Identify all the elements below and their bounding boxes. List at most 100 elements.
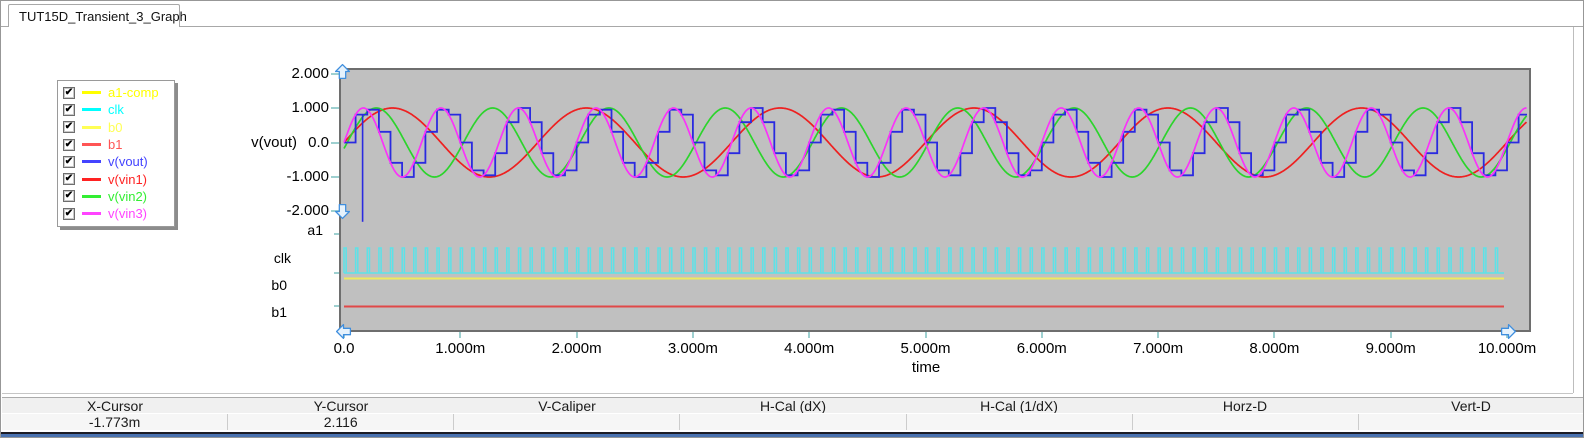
y-tick-label: -2.000 — [286, 202, 329, 219]
x-tick-label: 5.000m — [900, 340, 951, 357]
x-tick-label: 2.000m — [551, 340, 602, 357]
trace-color-swatch — [82, 212, 101, 216]
axis-tick — [334, 305, 339, 307]
cursor-value-hcal-1dx — [905, 414, 1132, 430]
axis-tick — [459, 332, 462, 338]
trace-color-swatch — [82, 125, 101, 129]
legend-item-label: a1-comp — [108, 85, 159, 101]
trace-color-swatch — [82, 91, 101, 95]
x-axis-right-arrow-icon[interactable] — [1500, 323, 1517, 340]
legend-item-label: v(vout) — [108, 154, 148, 170]
axis-tick — [808, 332, 811, 338]
cursor-value-x-cursor: -1.773m — [88, 414, 141, 430]
trace-color-swatch — [82, 143, 101, 147]
x-tick-label: 0.0 — [333, 340, 355, 357]
y-axis-bottom-arrow-icon[interactable] — [334, 203, 351, 220]
trace-color-swatch — [82, 108, 101, 112]
legend-item-b1[interactable]: ✔ b1 — [58, 136, 174, 153]
checkbox-checked-icon[interactable]: ✔ — [63, 86, 75, 99]
checkbox-checked-icon[interactable]: ✔ — [63, 138, 75, 151]
waveform-traces — [343, 107, 1528, 308]
legend-item-vin2[interactable]: ✔ v(vin2) — [58, 188, 174, 205]
x-tick-label: 6.000m — [1016, 340, 1067, 357]
x-tick-label: 7.000m — [1133, 340, 1184, 357]
trace-color-swatch — [82, 160, 101, 164]
tab-title: TUT15D_Transient_3_Graph — [19, 8, 187, 24]
legend-item-label: v(vin3) — [108, 206, 148, 222]
cursor-header-hcal-1dx: H-Cal (1/dX) — [980, 398, 1058, 413]
cursor-value-vert-d — [1357, 414, 1583, 430]
checkbox-checked-icon[interactable]: ✔ — [63, 190, 75, 203]
y-tick-label: 1.000 — [291, 99, 329, 116]
axis-tick — [331, 176, 339, 178]
axis-tick — [691, 332, 694, 338]
axis-tick — [334, 272, 339, 274]
axis-tick — [924, 332, 927, 338]
waveform-viewer-window: TUT15D_Transient_3_Graph ✔ a1-comp ✔ clk… — [0, 0, 1584, 438]
legend-item-b0[interactable]: ✔ b0 — [58, 119, 174, 136]
cursor-header-horz-d: Horz-D — [1222, 398, 1268, 413]
cursor-readout-bar: X-Cursor Y-Cursor V-Caliper H-Cal (dX) H… — [2, 397, 1583, 430]
cursor-value-horz-d — [1131, 414, 1358, 430]
legend-box: ✔ a1-comp ✔ clk ✔ b0 ✔ b1 ✔ v(vout) ✔ v(… — [57, 80, 175, 228]
x-tick-label: 3.000m — [667, 340, 718, 357]
digital-row-label-clk: clk — [273, 250, 291, 266]
checkbox-checked-icon[interactable]: ✔ — [63, 207, 75, 220]
x-tick-label: 10.000m — [1477, 340, 1537, 357]
trace-color-swatch — [82, 194, 101, 198]
cursor-value-hcal-dx — [679, 414, 905, 430]
tabstrip-line — [1, 26, 8, 27]
x-tick-label: 9.000m — [1365, 340, 1416, 357]
legend-item-label: b1 — [108, 137, 123, 153]
axis-tick — [575, 332, 578, 338]
panel-border — [2, 393, 1573, 394]
y-axis-top-arrow-icon[interactable] — [334, 63, 351, 80]
legend-item-label: clk — [108, 102, 124, 118]
legend-item-label: b0 — [108, 119, 123, 135]
legend-item-vout[interactable]: ✔ v(vout) — [58, 153, 174, 170]
x-axis-left-arrow-icon[interactable] — [335, 323, 352, 340]
legend-item-vin1[interactable]: ✔ v(vin1) — [58, 170, 174, 187]
tabstrip-line — [180, 26, 1583, 27]
digital-row-label-a1: a1 — [307, 222, 323, 238]
cursor-header-v-caliper: V-Caliper — [538, 398, 596, 413]
legend-item-label: v(vin1) — [108, 171, 148, 187]
cursor-value-row: -1.773m 2.116 — [2, 414, 1583, 430]
checkbox-checked-icon[interactable]: ✔ — [63, 121, 75, 134]
cursor-header-hcal-dx: H-Cal (dX) — [759, 398, 827, 413]
axis-tick — [1389, 332, 1392, 338]
x-axis-label: time — [911, 359, 941, 376]
x-tick-label: 1.000m — [435, 340, 486, 357]
plot-area[interactable] — [339, 68, 1531, 332]
axis-tick — [1157, 332, 1160, 338]
checkbox-checked-icon[interactable]: ✔ — [63, 155, 75, 168]
legend-item-label: v(vin2) — [108, 188, 148, 204]
x-tick-label: 8.000m — [1249, 340, 1300, 357]
checkbox-checked-icon[interactable]: ✔ — [63, 173, 75, 186]
digital-row-label-b0: b0 — [271, 277, 287, 293]
cursor-value-v-caliper — [453, 414, 679, 430]
y-tick-label: 0.0 — [308, 134, 329, 151]
window-bottom-accent — [1, 434, 1583, 437]
cursor-header-x-cursor: X-Cursor — [86, 398, 143, 413]
axis-tick — [334, 233, 339, 235]
x-tick-label: 4.000m — [784, 340, 835, 357]
axis-tick — [331, 141, 339, 144]
axis-tick — [1273, 332, 1276, 338]
tab-graph[interactable]: TUT15D_Transient_3_Graph — [8, 4, 187, 27]
y-tick-label: -1.000 — [286, 168, 329, 185]
cursor-header-vert-d: Vert-D — [1451, 398, 1491, 413]
checkbox-checked-icon[interactable]: ✔ — [63, 103, 75, 116]
cursor-value-y-cursor: 2.116 — [227, 414, 453, 430]
axis-tick — [331, 107, 339, 109]
legend-item-vin3[interactable]: ✔ v(vin3) — [58, 205, 174, 222]
cursor-header-row: X-Cursor Y-Cursor V-Caliper H-Cal (dX) H… — [2, 397, 1583, 414]
panel-border — [1573, 27, 1574, 393]
legend-item-clk[interactable]: ✔ clk — [58, 101, 174, 118]
trace-color-swatch — [82, 177, 101, 181]
axis-tick — [1040, 332, 1043, 338]
y-tick-label: 2.000 — [291, 65, 329, 82]
digital-row-label-b1: b1 — [271, 304, 287, 320]
legend-item-a1-comp[interactable]: ✔ a1-comp — [58, 84, 174, 101]
cursor-header-y-cursor: Y-Cursor — [313, 398, 369, 413]
